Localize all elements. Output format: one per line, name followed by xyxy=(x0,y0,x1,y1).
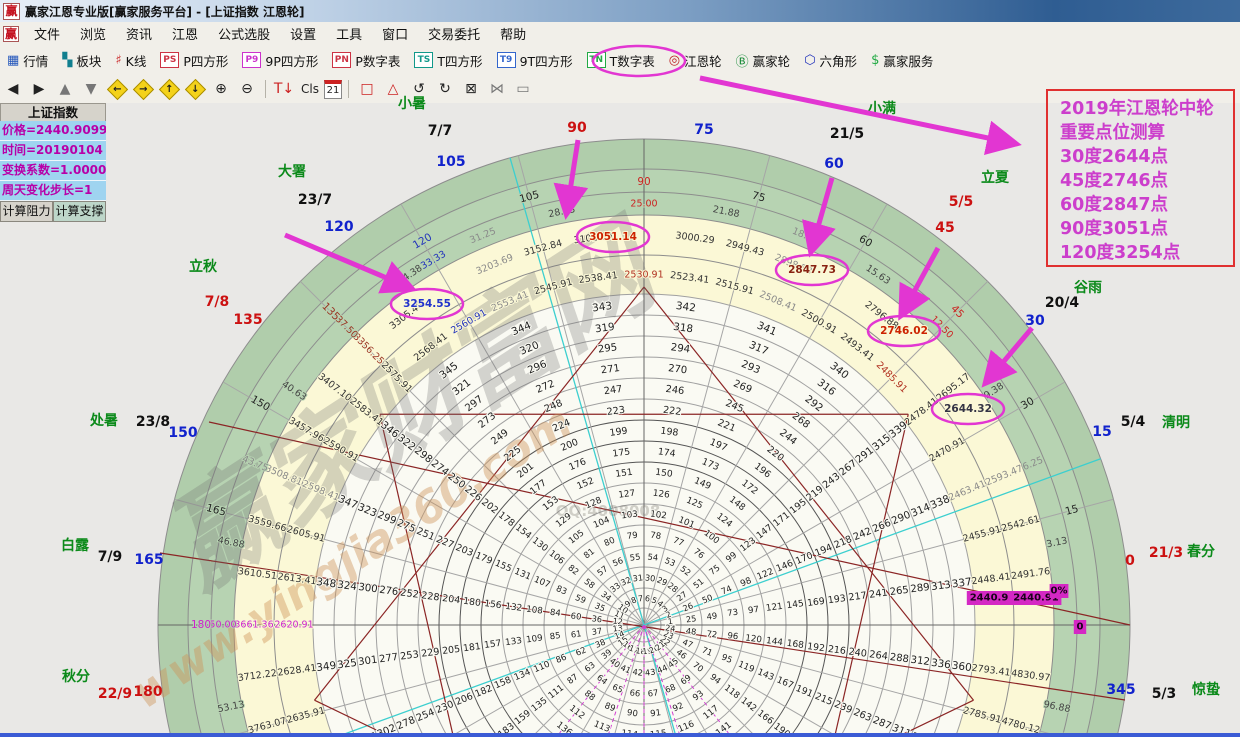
quote-panel: 上证指数 价格=2440.9099时间=20190104变换系数=1.00000… xyxy=(0,103,106,222)
rotate-ccw-icon[interactable]: ↺ xyxy=(407,78,431,100)
menu-items: 文件浏览资讯江恩公式选股设置工具窗口交易委托帮助 xyxy=(24,24,536,43)
grid-icon: ▦ xyxy=(7,53,19,68)
toolbar-label: 9T四方形 xyxy=(520,51,573,70)
pn-icon: PN xyxy=(332,52,351,68)
toolbar-button-赢家服务[interactable]: $ 赢家服务 xyxy=(864,49,940,72)
application-window: { "window": { "title": "赢家江恩专业版[赢家服务平台] … xyxy=(0,0,1240,737)
square-tool-icon[interactable]: □ xyxy=(355,78,379,100)
main-toolbar: ▦行情▚板块♯K线PSP四方形P99P四方形PNP数字表TST四方形T99T四方… xyxy=(0,45,1240,76)
toolbar-label: 赢家服务 xyxy=(883,51,933,70)
diamond-right-icon[interactable]: → xyxy=(131,78,155,100)
toolbar-separator xyxy=(348,80,349,98)
toolbar-separator xyxy=(265,80,266,98)
app-logo-icon: 赢 xyxy=(3,26,19,42)
toolbar-button-P四方形[interactable]: PSP四方形 xyxy=(153,49,235,72)
triangle-tool-icon[interactable]: △ xyxy=(381,78,405,100)
button-计算支撑[interactable]: 计算支撑 xyxy=(53,201,106,222)
ts-icon: TS xyxy=(414,52,433,68)
toolbar-button-板块[interactable]: ▚ 板块 xyxy=(55,49,108,72)
menu-item-9[interactable]: 帮助 xyxy=(490,26,536,45)
toolbar-button-9T四方形[interactable]: T99T四方形 xyxy=(490,49,580,72)
p9-icon: P9 xyxy=(242,52,261,68)
toolbar-label: 江恩轮 xyxy=(684,51,722,70)
rotate-cw-icon[interactable]: ↻ xyxy=(433,78,457,100)
menu-item-8[interactable]: 交易委托 xyxy=(418,26,490,45)
annotation-line-5: 90度3051点 xyxy=(1060,217,1233,241)
quote-row-0: 价格=2440.9099 xyxy=(0,121,106,141)
toolbar-button-赢家轮[interactable]: Ⓑ赢家轮 xyxy=(729,49,798,72)
dollar-icon: $ xyxy=(871,53,879,68)
annotation-box: 2019年江恩轮中轮重要点位测算30度2644点45度2746点60度2847点… xyxy=(1046,89,1235,267)
menu-item-4[interactable]: 公式选股 xyxy=(208,26,280,45)
arrow-right-icon[interactable]: ▶ xyxy=(27,78,51,100)
menu-item-1[interactable]: 浏览 xyxy=(70,26,116,45)
tn-icon: TN xyxy=(587,52,606,68)
gann-wheel-icon: ◎ xyxy=(669,53,680,68)
app-logo-icon: 赢 xyxy=(3,3,20,20)
quote-values: 价格=2440.9099时间=20190104变换系数=1.00000周天变化步… xyxy=(0,121,106,201)
toolbar-label: 行情 xyxy=(23,51,48,70)
screen-icon[interactable]: ▭ xyxy=(511,78,535,100)
t-down-icon[interactable]: T↓ xyxy=(272,78,296,100)
cls-button[interactable]: Cls xyxy=(298,78,322,100)
diamond-down-icon[interactable]: ↓ xyxy=(183,78,207,100)
toolbar-button-江恩轮[interactable]: ◎ 江恩轮 xyxy=(662,49,729,72)
calc-buttons: 计算阻力计算支撑 xyxy=(0,201,106,222)
menu-item-0[interactable]: 文件 xyxy=(24,26,70,45)
candlestick-icon: ♯ xyxy=(115,53,121,68)
annotation-line-3: 45度2746点 xyxy=(1060,169,1233,193)
menu-bar: 赢 文件浏览资讯江恩公式选股设置工具窗口交易委托帮助 xyxy=(0,22,1240,46)
arrow-left-icon[interactable]: ◀ xyxy=(1,78,25,100)
bottom-edge-line xyxy=(0,733,1240,737)
annotation-line-1: 重要点位测算 xyxy=(1060,121,1233,145)
annotation-line-2: 30度2644点 xyxy=(1060,145,1233,169)
toolbar-label: 板块 xyxy=(76,51,101,70)
title-bar[interactable]: 赢 赢家江恩专业版[赢家服务平台] - [上证指数 江恩轮] xyxy=(0,0,1240,22)
toolbar-label: T四方形 xyxy=(437,51,482,70)
toolbar-button-9P四方形[interactable]: P99P四方形 xyxy=(235,49,325,72)
menu-item-6[interactable]: 工具 xyxy=(326,26,372,45)
diamond-left-icon[interactable]: ← xyxy=(105,78,129,100)
annotation-line-6: 120度3254点 xyxy=(1060,241,1233,265)
menu-item-3[interactable]: 江恩 xyxy=(162,26,208,45)
quote-row-1: 时间=20190104 xyxy=(0,141,106,161)
flip-up-icon[interactable]: ▲ xyxy=(53,78,77,100)
toolbar-label: 9P四方形 xyxy=(265,51,318,70)
hexagon-icon: ⬡ xyxy=(804,53,815,68)
toolbar-label: 赢家轮 xyxy=(753,51,791,70)
menu-item-7[interactable]: 窗口 xyxy=(372,26,418,45)
zoom-in-icon[interactable]: ⊕ xyxy=(209,78,233,100)
calendar-icon[interactable]: 21 xyxy=(324,80,342,99)
quote-row-3: 周天变化步长=1 xyxy=(0,181,106,201)
box-x-icon[interactable]: ⊠ xyxy=(459,78,483,100)
quote-row-2: 变换系数=1.00000 xyxy=(0,161,106,181)
menu-item-5[interactable]: 设置 xyxy=(280,26,326,45)
flip-down-icon[interactable]: ▼ xyxy=(79,78,103,100)
blocks-icon: ▚ xyxy=(62,53,72,68)
toolbar-button-T数字表[interactable]: TNT数字表 xyxy=(580,49,662,72)
toolbar-button-K线[interactable]: ♯ K线 xyxy=(108,49,153,72)
button-计算阻力[interactable]: 计算阻力 xyxy=(0,201,53,222)
zoom-out-icon[interactable]: ⊖ xyxy=(235,78,259,100)
toolbar-button-六角形[interactable]: ⬡ 六角形 xyxy=(797,49,864,72)
instrument-title: 上证指数 xyxy=(0,103,106,121)
toolbar-label: 六角形 xyxy=(820,51,858,70)
toolbar-button-行情[interactable]: ▦ 行情 xyxy=(0,49,55,72)
ps-icon: PS xyxy=(160,52,179,68)
menu-item-2[interactable]: 资讯 xyxy=(116,26,162,45)
toolbar-button-T四方形[interactable]: TST四方形 xyxy=(407,49,489,72)
diamond-up-icon[interactable]: ↑ xyxy=(157,78,181,100)
annotation-line-0: 2019年江恩轮中轮 xyxy=(1060,97,1233,121)
shrink-icon[interactable]: ⋈ xyxy=(485,78,509,100)
t9-icon: T9 xyxy=(497,52,516,68)
toolbar-label: P四方形 xyxy=(183,51,228,70)
toolbar-label: K线 xyxy=(126,51,147,70)
toolbar-button-P数字表[interactable]: PNP数字表 xyxy=(325,49,407,72)
winner-wheel-icon: Ⓑ xyxy=(736,51,749,70)
window-title: 赢家江恩专业版[赢家服务平台] - [上证指数 江恩轮] xyxy=(25,3,304,20)
toolbar-label: P数字表 xyxy=(355,51,400,70)
annotation-line-4: 60度2847点 xyxy=(1060,193,1233,217)
toolbar-label: T数字表 xyxy=(610,51,655,70)
